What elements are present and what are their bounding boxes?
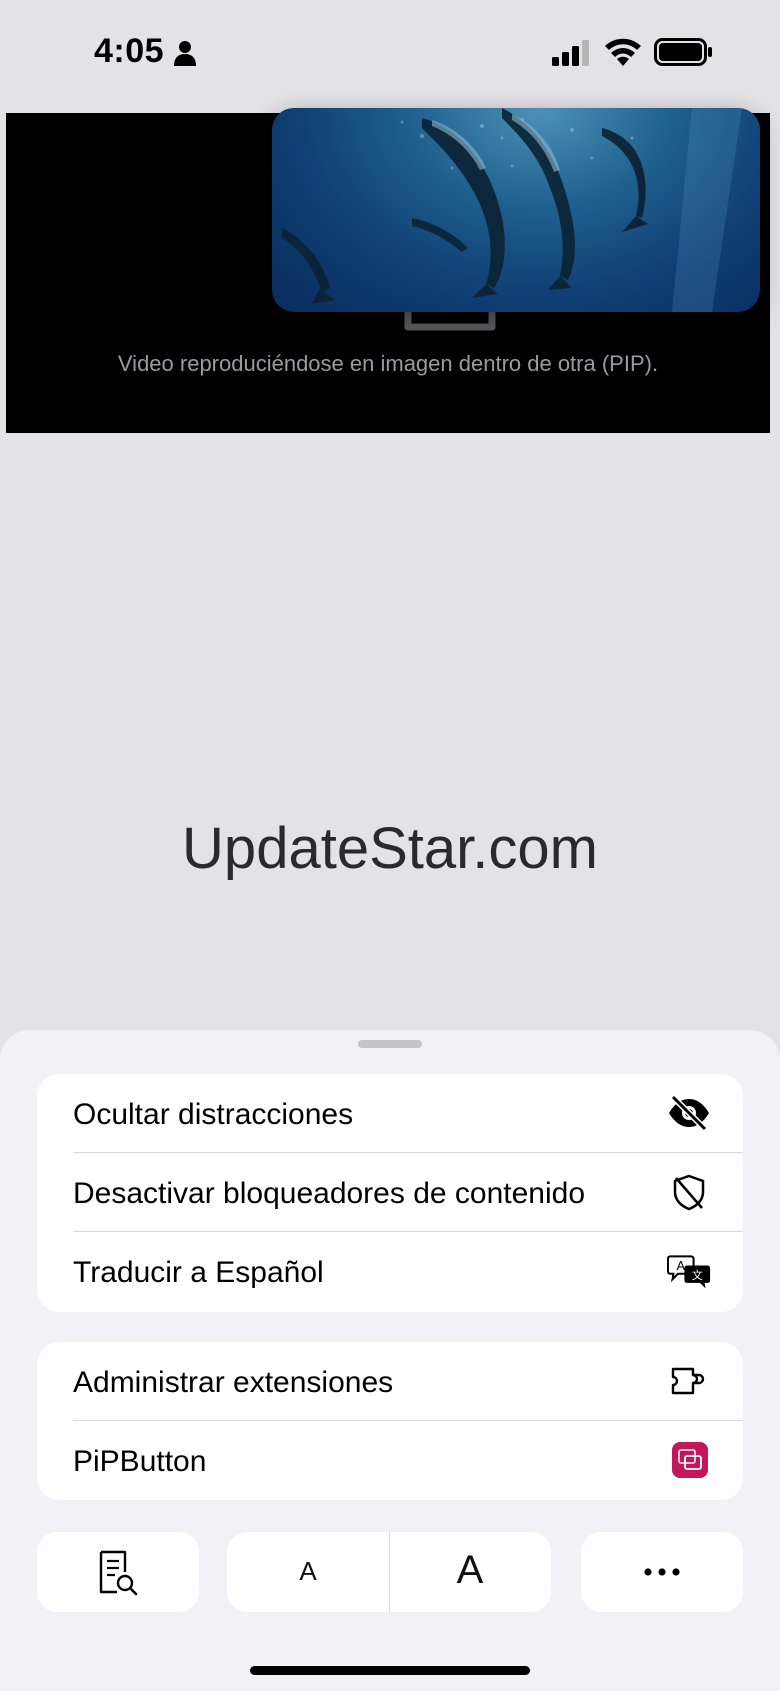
pip-video-window[interactable] <box>272 108 760 312</box>
menu-item-label: Traducir a Español <box>73 1256 324 1289</box>
svg-text:文: 文 <box>692 1268 703 1282</box>
reader-button[interactable] <box>37 1532 199 1612</box>
dolphins-image <box>282 108 742 312</box>
cellular-signal-icon <box>552 40 589 66</box>
pip-caption: Video reproduciéndose en imagen dentro d… <box>117 351 659 376</box>
menu-group-1: Ocultar distracciones Desactivar bloquea… <box>37 1074 743 1312</box>
puzzle-icon <box>671 1367 705 1395</box>
wifi-icon <box>605 38 641 66</box>
eye-slash-icon <box>669 1094 709 1132</box>
reader-search-icon <box>99 1550 138 1596</box>
pipbutton-item[interactable]: PiPButton <box>37 1421 743 1500</box>
more-button[interactable] <box>581 1532 743 1612</box>
menu-group-2: Administrar extensiones PiPButton <box>37 1342 743 1500</box>
battery-icon <box>654 38 712 66</box>
status-time: 4:05 <box>94 32 165 70</box>
menu-item-label: PiPButton <box>73 1445 207 1478</box>
home-indicator[interactable] <box>250 1666 530 1675</box>
manage-extensions-item[interactable]: Administrar extensiones <box>37 1342 743 1421</box>
menu-item-label: Administrar extensiones <box>73 1366 394 1399</box>
status-bar: 4:05 <box>0 0 780 100</box>
person-icon <box>174 41 196 66</box>
site-name: UpdateStar.com <box>182 816 598 881</box>
menu-item-label: Ocultar distracciones <box>73 1098 354 1131</box>
svg-text:A: A <box>676 1258 685 1273</box>
translate-icon: A 文 <box>667 1255 711 1289</box>
decrease-text-size-button[interactable]: A <box>227 1556 389 1587</box>
disable-content-blockers-item[interactable]: Desactivar bloqueadores de contenido <box>37 1153 743 1232</box>
page-menu-sheet: Ocultar distracciones Desactivar bloquea… <box>0 1030 780 1691</box>
increase-text-size-button[interactable]: A <box>389 1548 551 1593</box>
bottom-toolbar: A A <box>37 1532 743 1612</box>
translate-item[interactable]: Traducir a Español A 文 <box>37 1232 743 1311</box>
menu-item-label: Desactivar bloqueadores de contenido <box>73 1177 586 1210</box>
hide-distractions-item[interactable]: Ocultar distracciones <box>37 1074 743 1153</box>
text-size-control: A A <box>227 1532 551 1612</box>
sheet-grabber[interactable] <box>358 1040 422 1048</box>
shield-slash-icon <box>673 1174 705 1211</box>
more-icon <box>644 1568 680 1576</box>
pip-extension-icon <box>672 1442 708 1478</box>
